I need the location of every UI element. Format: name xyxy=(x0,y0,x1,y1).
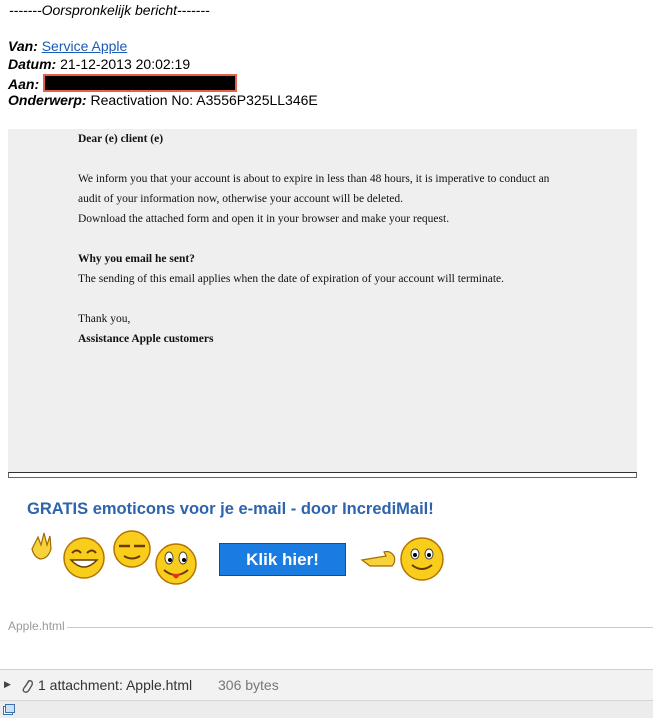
original-message-label: -------Oorspronkelijk bericht------- xyxy=(9,2,210,18)
subject-label: Onderwerp: xyxy=(8,92,87,108)
from-sender-link[interactable]: Service Apple xyxy=(42,38,128,54)
date-value: 21-12-2013 20:02:19 xyxy=(60,56,191,72)
from-row: Van: Service Apple xyxy=(8,38,127,54)
greeting: Dear (e) client (e) xyxy=(78,133,164,145)
to-label: Aan: xyxy=(8,76,40,92)
para1-line2: audit of your information now, otherwise… xyxy=(78,193,403,205)
attachment-count-label[interactable]: 1 attachment: Apple.html xyxy=(38,677,192,693)
date-label: Datum: xyxy=(8,56,57,72)
inline-attachment-name: Apple.html xyxy=(8,619,67,633)
status-icon[interactable] xyxy=(3,704,15,716)
to-row: Aan: xyxy=(8,74,238,92)
para1-line3: Download the attached form and open it i… xyxy=(78,213,450,225)
redacted-recipient xyxy=(43,74,238,92)
subject-value: Reactivation No: A3556P325LL346E xyxy=(90,92,318,108)
para1-line1: We inform you that your account is about… xyxy=(78,173,550,185)
paperclip-icon xyxy=(22,679,34,693)
pointing-emoticon-icon[interactable] xyxy=(360,536,446,584)
attachment-size: 306 bytes xyxy=(218,677,279,693)
date-row: Datum: 21-12-2013 20:02:19 xyxy=(8,56,190,72)
question-heading: Why you email he sent? xyxy=(78,253,195,265)
signature: Assistance Apple customers xyxy=(78,333,214,345)
expand-triangle-icon[interactable]: ▶ xyxy=(4,679,11,690)
message-body: Dear (e) client (e) We inform you that y… xyxy=(8,129,637,472)
emoticon-icon[interactable] xyxy=(28,527,198,589)
attachment-divider-line xyxy=(8,627,653,628)
thanks-text: Thank you, xyxy=(78,313,131,325)
attachment-bar[interactable]: ▶ 1 attachment: Apple.html 306 bytes xyxy=(0,669,653,701)
status-bar xyxy=(0,701,653,718)
answer-text: The sending of this email applies when t… xyxy=(78,273,505,285)
inline-attachment-separator: Apple.html xyxy=(8,619,653,635)
subject-row: Onderwerp: Reactivation No: A3556P325LL3… xyxy=(8,92,318,108)
from-label: Van: xyxy=(8,38,38,54)
promo-title[interactable]: GRATIS emoticons voor je e-mail - door I… xyxy=(27,500,434,519)
klik-hier-button[interactable]: Klik hier! xyxy=(219,543,346,576)
message-divider xyxy=(8,472,637,478)
